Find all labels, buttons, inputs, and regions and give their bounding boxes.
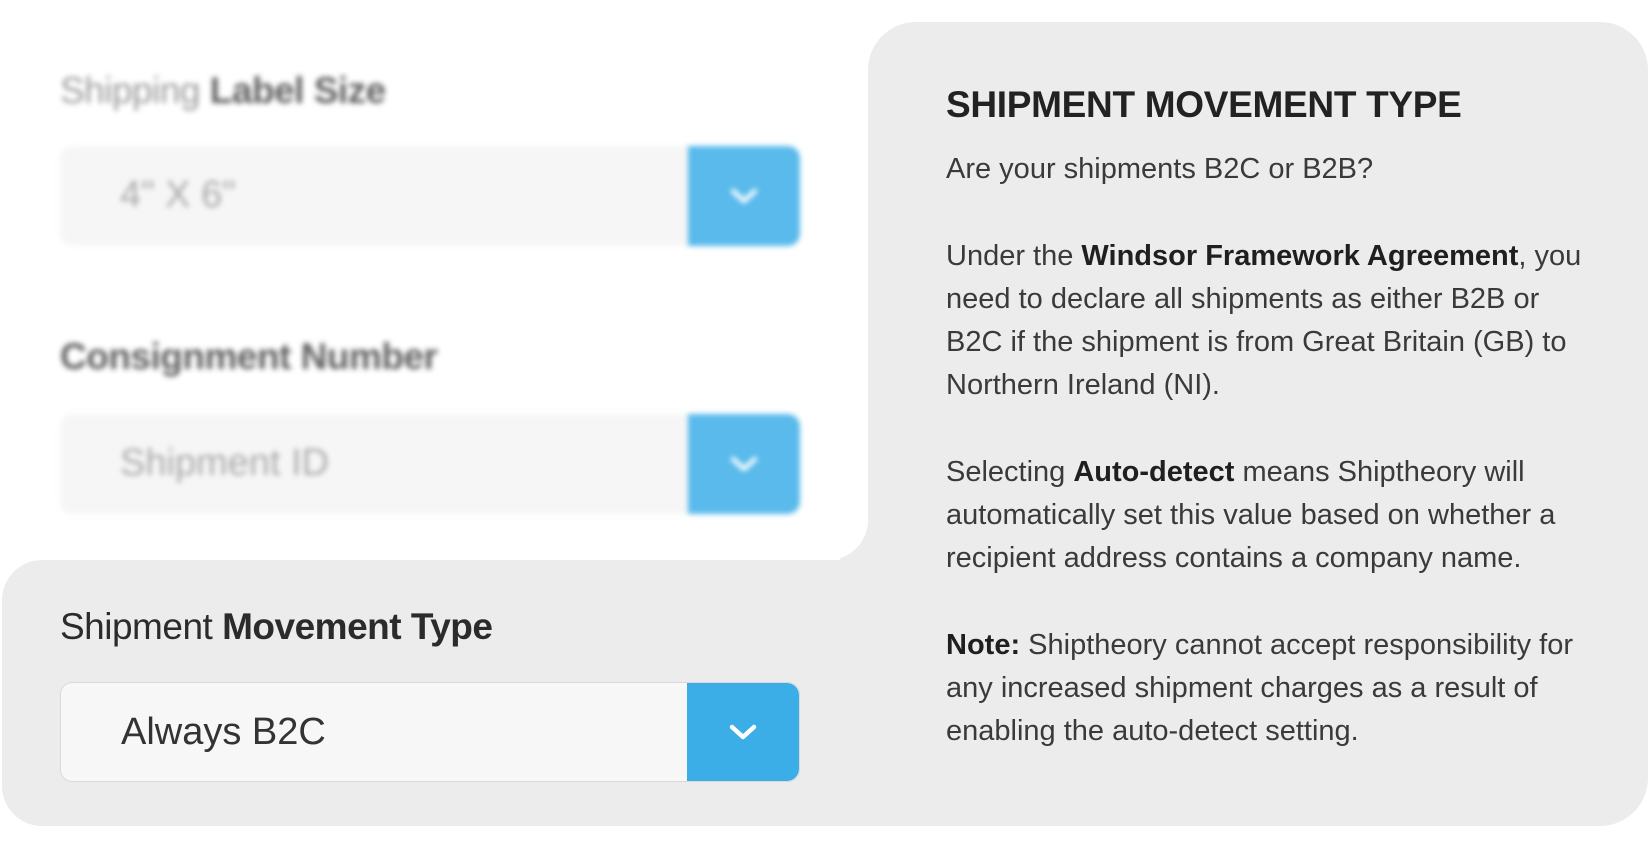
chevron-down-icon — [730, 188, 758, 204]
help-panel: SHIPMENT MOVEMENT TYPE Are your shipment… — [946, 84, 1586, 797]
label-size-label: Shipping Label Size — [60, 70, 386, 112]
help-autodetect-bold: Auto-detect — [1073, 456, 1235, 488]
help-note-paragraph: Note: Shiptheory cannot accept responsib… — [946, 624, 1586, 753]
label-size-select[interactable]: 4" X 6" — [60, 146, 800, 246]
consignment-dropdown-button[interactable] — [688, 414, 800, 514]
help-note-text: Shiptheory cannot accept responsibility … — [946, 629, 1574, 747]
help-question: Are your shipments B2C or B2B? — [946, 153, 1374, 185]
movement-type-label: Shipment Movement Type — [60, 606, 493, 648]
consignment-label: Consignment Number — [60, 336, 438, 378]
movement-type-label-bold: Movement Type — [222, 606, 493, 647]
help-windsor-text-a: Under the — [946, 240, 1082, 272]
label-size-label-prefix: Shipping — [60, 70, 201, 111]
label-size-label-bold: Label Size — [209, 70, 386, 111]
label-size-dropdown-button[interactable] — [688, 146, 800, 246]
movement-type-label-prefix: Shipment — [60, 606, 213, 647]
help-windsor-paragraph: Under the Windsor Framework Agreement, y… — [946, 235, 1586, 407]
consignment-label-text: Consignment Number — [60, 336, 438, 377]
help-autodetect-text-a: Selecting — [946, 456, 1074, 488]
chevron-down-icon — [730, 456, 758, 472]
help-note-bold: Note: — [946, 629, 1021, 661]
chevron-down-icon — [729, 724, 757, 740]
movement-type-value: Always B2C — [121, 711, 326, 753]
help-title: SHIPMENT MOVEMENT TYPE — [946, 84, 1462, 125]
help-autodetect-paragraph: Selecting Auto-detect means Shiptheory w… — [946, 451, 1586, 580]
label-size-value: 4" X 6" — [120, 174, 236, 216]
movement-type-select[interactable]: Always B2C — [60, 682, 800, 782]
movement-type-dropdown-button[interactable] — [687, 683, 799, 781]
consignment-select[interactable]: Shipment ID — [60, 414, 800, 514]
settings-stage: Shipping Label Size 4" X 6" Consignment … — [0, 0, 1652, 849]
consignment-value: Shipment ID — [120, 442, 330, 484]
help-windsor-bold: Windsor Framework Agreement — [1081, 240, 1519, 272]
